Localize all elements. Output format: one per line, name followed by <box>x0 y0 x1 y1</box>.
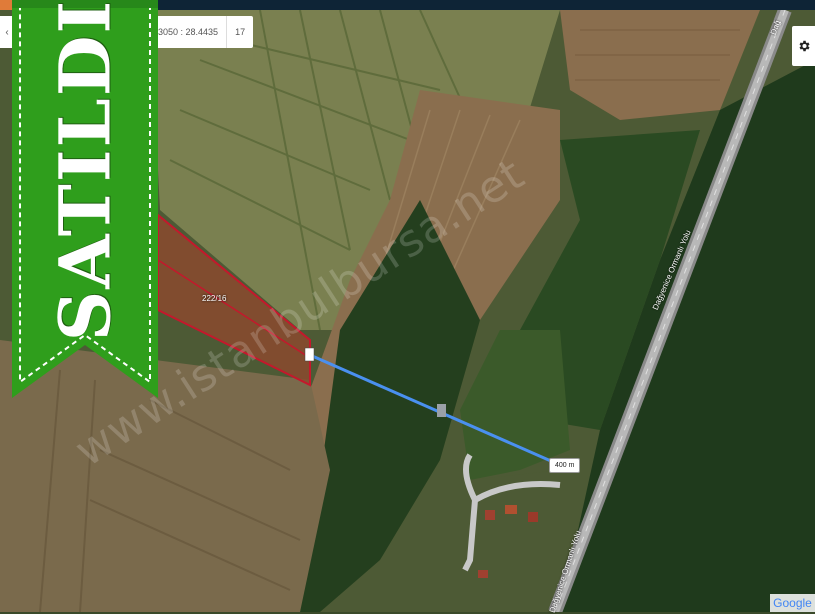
lonlat-value: 3050 : 28.4435 <box>158 27 219 37</box>
measure-start-handle[interactable] <box>304 347 315 362</box>
measure-mid-handle[interactable] <box>437 404 446 417</box>
coordinate-readout: 3050 : 28.4435 17 <box>150 16 254 48</box>
settings-button[interactable] <box>792 26 815 66</box>
google-attribution[interactable]: Google <box>770 594 815 612</box>
parcel-label[interactable]: 222/16 <box>202 294 226 303</box>
sold-stamp-text: SATILDI <box>43 0 127 342</box>
gear-icon <box>799 40 810 52</box>
zoom-value: 17 <box>235 27 246 37</box>
distance-label: 400 m <box>549 458 581 473</box>
